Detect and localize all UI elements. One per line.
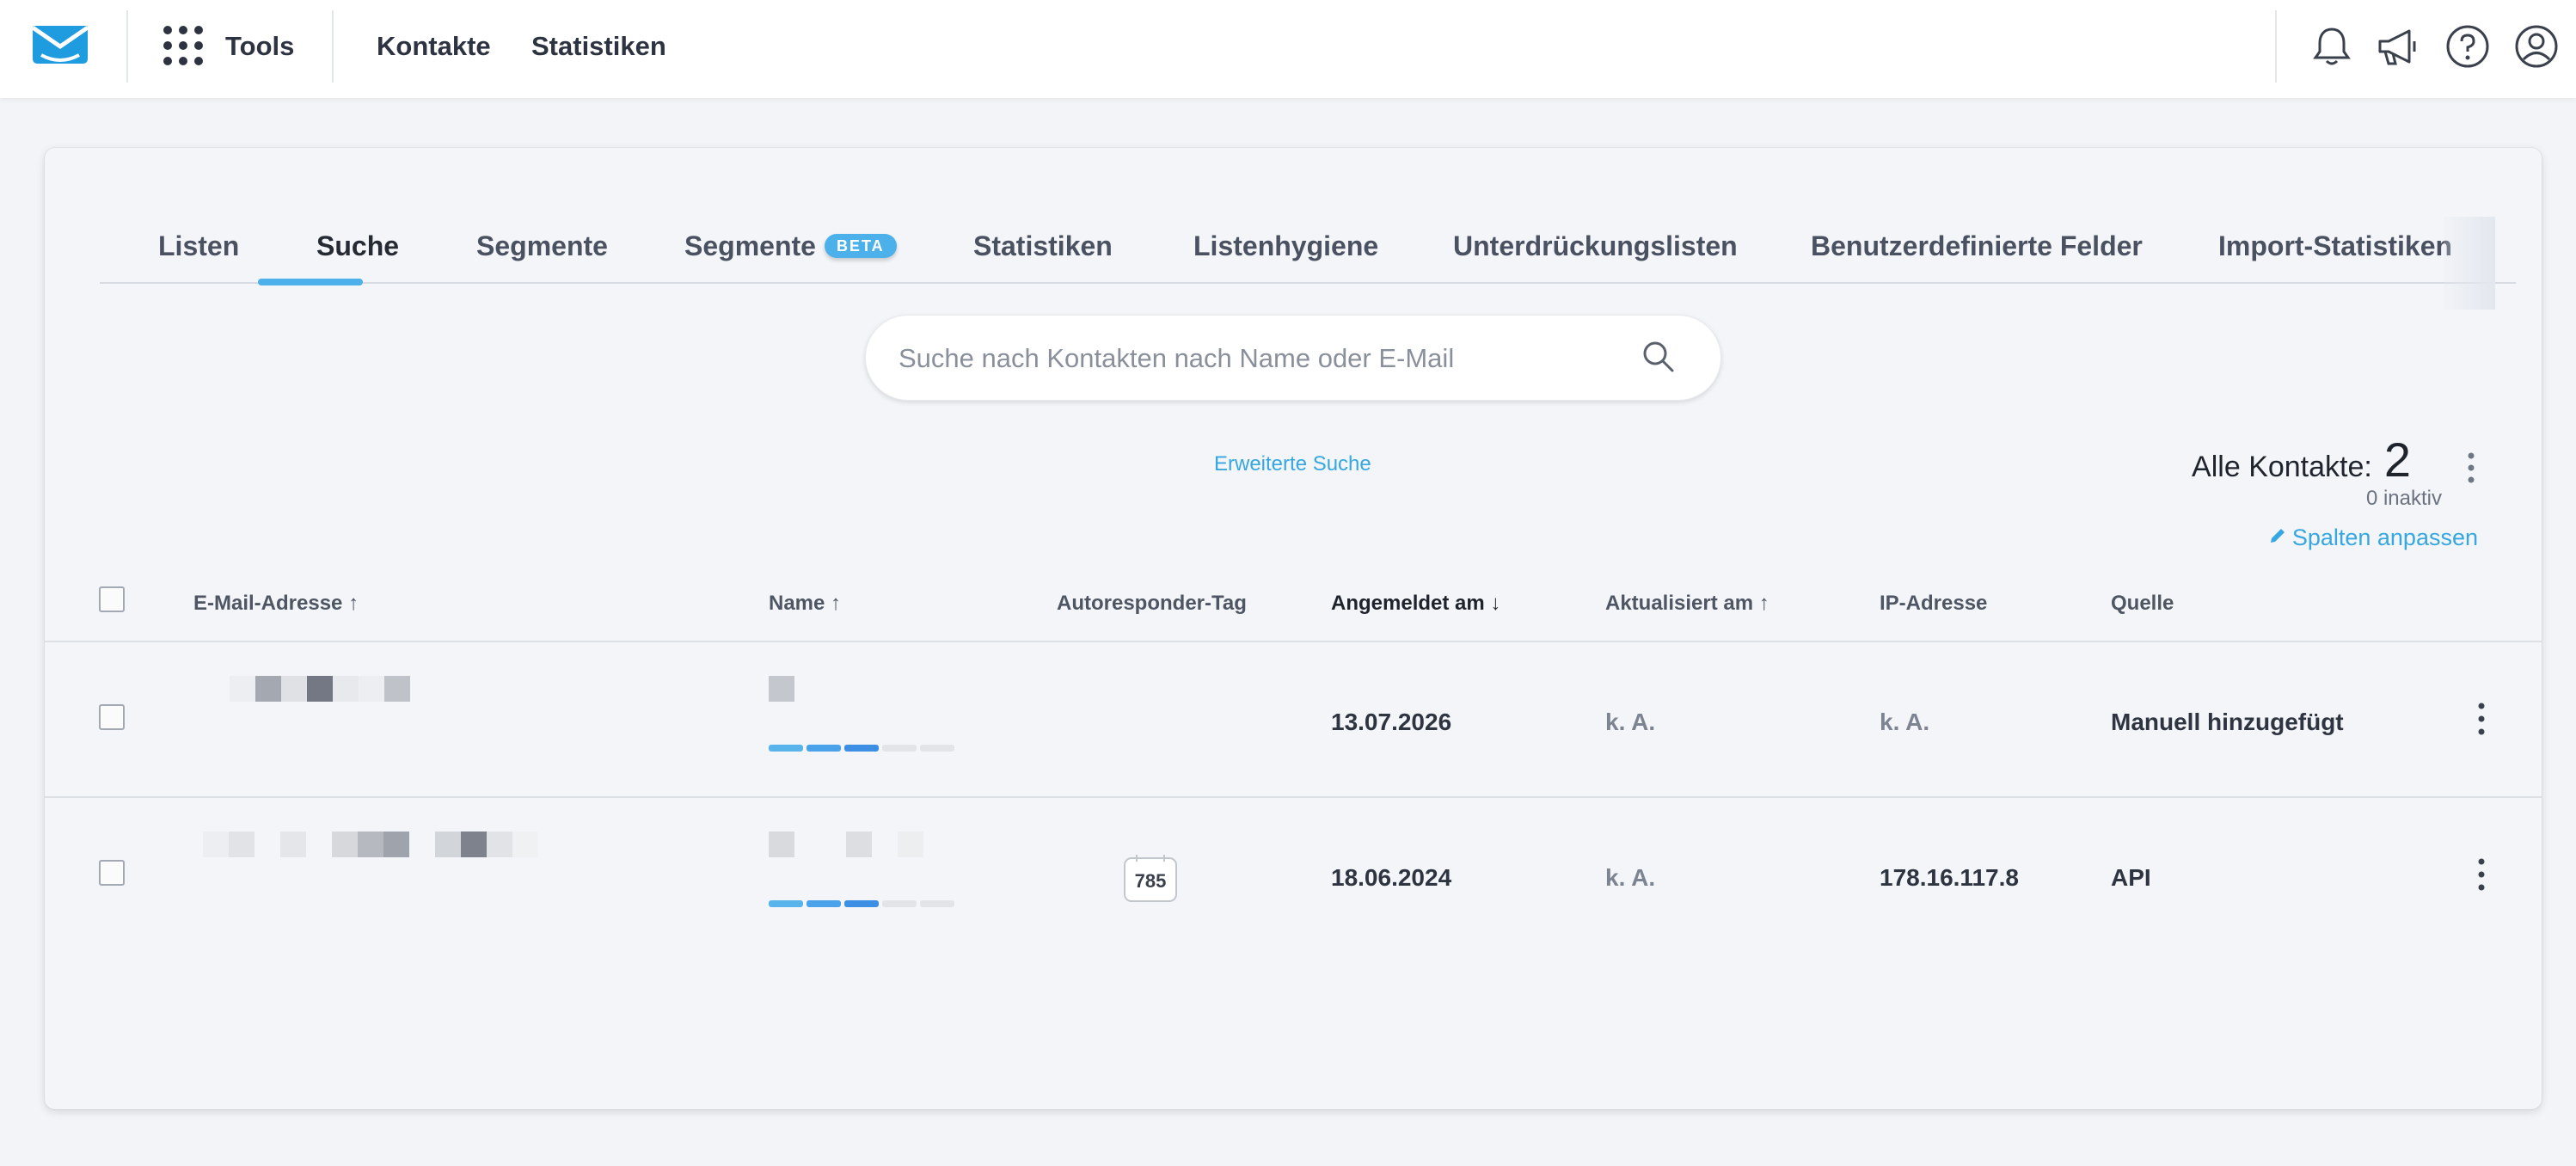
column-header-autoresponder[interactable]: Autoresponder-Tag (1057, 592, 1247, 616)
all-contacts-label: Alle Kontakte: (2192, 451, 2372, 483)
email-redacted (230, 676, 455, 702)
engagement-score-bar (769, 900, 954, 907)
column-label: Name (769, 592, 825, 615)
help-icon[interactable] (2444, 22, 2492, 71)
tab-listenhygiene[interactable]: Listenhygiene (1193, 218, 1378, 284)
tab-unterdrueckungslisten[interactable]: Unterdrückungslisten (1453, 218, 1738, 284)
sort-asc-icon: ↑ (1758, 592, 1769, 615)
calendar-icon: 785 (1123, 853, 1178, 903)
beta-badge: BETA (824, 233, 897, 258)
tab-bar: Listen Suche Segmente Segmente BETA Stati… (100, 218, 2516, 284)
tab-listen[interactable]: Listen (158, 218, 239, 284)
sort-asc-icon: ↑ (831, 592, 842, 615)
sort-asc-icon: ↑ (348, 592, 359, 615)
nav-statistiken[interactable]: Statistiken (531, 29, 666, 64)
divider (2275, 10, 2277, 83)
inactive-count: 0 inaktiv (2365, 487, 2442, 510)
table-divider (45, 641, 2542, 642)
name-redacted (769, 832, 975, 857)
ip-address: 178.16.117.8 (1880, 864, 2019, 891)
column-header-updated[interactable]: Aktualisiert am ↑ (1605, 592, 1769, 616)
column-label: Angemeldet am (1331, 592, 1485, 615)
autoresponder-day: 785 (1134, 870, 1167, 892)
customize-columns-link[interactable]: Spalten anpassen (2268, 525, 2478, 551)
column-header-source[interactable]: Quelle (2111, 592, 2174, 616)
column-header-subscribed[interactable]: Angemeldet am ↓ (1331, 592, 1500, 616)
pencil-icon (2270, 529, 2285, 543)
updated-date: k. A. (1605, 864, 1656, 891)
bell-icon[interactable] (2308, 22, 2356, 71)
column-label: E-Mail-Adresse (193, 592, 343, 615)
tab-import-statistiken[interactable]: Import-Statistiken (2218, 218, 2452, 284)
tab-benutzerdefinierte-felder[interactable]: Benutzerdefinierte Felder (1811, 218, 2143, 284)
apps-grid-icon[interactable] (163, 26, 203, 65)
divider (126, 10, 128, 83)
tab-scroll-fade[interactable] (2444, 217, 2495, 310)
subscribed-date: 18.06.2024 (1331, 864, 1452, 891)
engagement-score-bar (769, 745, 954, 752)
email-redacted (203, 832, 564, 857)
envelope-logo-icon[interactable] (31, 24, 89, 65)
search-icon[interactable] (1640, 338, 1677, 376)
table-divider (45, 796, 2542, 798)
row-checkbox[interactable] (99, 704, 125, 730)
subscribed-date: 13.07.2026 (1331, 709, 1452, 735)
tab-segmente-beta[interactable]: Segmente BETA (684, 218, 897, 284)
nav-kontakte[interactable]: Kontakte (377, 29, 491, 64)
column-header-ip[interactable]: IP-Adresse (1880, 592, 1987, 616)
customize-columns-label: Spalten anpassen (2291, 525, 2478, 550)
column-header-email[interactable]: E-Mail-Adresse ↑ (193, 592, 359, 616)
divider (332, 10, 334, 83)
kebab-icon[interactable] (2473, 700, 2490, 738)
sort-desc-icon: ↓ (1490, 592, 1501, 615)
top-navigation-bar: Tools Kontakte Statistiken (0, 0, 2576, 98)
tab-suche[interactable]: Suche (316, 218, 399, 284)
source: API (2111, 864, 2151, 891)
account-icon[interactable] (2512, 22, 2561, 71)
all-contacts-summary: Alle Kontakte: 2 (2192, 432, 2411, 488)
contacts-card: Listen Suche Segmente Segmente BETA Stati… (45, 148, 2542, 1109)
select-all-checkbox[interactable] (99, 586, 125, 612)
kebab-icon[interactable] (2463, 451, 2480, 485)
megaphone-icon[interactable] (2375, 22, 2423, 71)
column-header-name[interactable]: Name ↑ (769, 592, 841, 616)
tab-label: Segmente (684, 230, 816, 261)
source: Manuell hinzugefügt (2111, 709, 2344, 735)
column-label: Aktualisiert am (1605, 592, 1754, 615)
name-redacted (769, 676, 794, 702)
updated-date: k. A. (1605, 709, 1656, 735)
search-box (865, 315, 1721, 401)
search-input[interactable] (899, 340, 1604, 377)
tab-statistiken[interactable]: Statistiken (973, 218, 1113, 284)
row-checkbox[interactable] (99, 860, 125, 886)
tools-menu[interactable]: Tools (225, 29, 294, 64)
active-tab-indicator (258, 279, 363, 285)
tab-segmente[interactable]: Segmente (476, 218, 608, 284)
kebab-icon[interactable] (2473, 856, 2490, 893)
all-contacts-count: 2 (2383, 433, 2411, 487)
advanced-search-link[interactable]: Erweiterte Suche (1214, 452, 1371, 476)
ip-address: k. A. (1880, 709, 1930, 735)
